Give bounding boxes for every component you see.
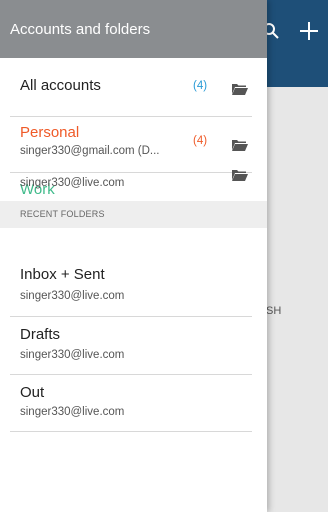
- folder-row-out[interactable]: Out singer330@live.com: [0, 375, 267, 431]
- folder-account-email: singer330@live.com: [20, 406, 125, 418]
- recent-folders-header: RECENT FOLDERS: [0, 201, 267, 228]
- add-icon[interactable]: [295, 14, 323, 48]
- folder-name: Inbox + Sent: [20, 266, 105, 283]
- section-label: RECENT FOLDERS: [20, 209, 105, 219]
- folder-row-drafts[interactable]: Drafts singer330@live.com: [0, 317, 267, 374]
- account-row-all[interactable]: All accounts (4): [0, 58, 267, 116]
- drawer-title: Accounts and folders: [10, 21, 151, 38]
- folder-name: Out: [20, 384, 45, 401]
- folder-name: Drafts: [20, 326, 61, 343]
- folder-icon[interactable]: [232, 138, 248, 151]
- accounts-drawer: Accounts and folders All accounts (4) Pe…: [0, 0, 267, 512]
- account-row-personal[interactable]: Personal singer330@gmail.com (D... (4): [0, 117, 267, 172]
- account-email: singer330@live.com: [20, 177, 125, 189]
- unread-count: (4): [193, 80, 208, 92]
- folder-row-inbox-sent[interactable]: Inbox + Sent singer330@live.com: [0, 258, 267, 316]
- account-name: Personal: [20, 124, 80, 141]
- account-name: All accounts: [20, 77, 101, 94]
- folder-account-email: singer330@live.com: [20, 349, 125, 361]
- unread-count: (4): [193, 135, 208, 147]
- background-partial-text: SH: [266, 305, 282, 317]
- drawer-header: Accounts and folders: [0, 0, 267, 58]
- folder-account-email: singer330@live.com: [20, 290, 125, 302]
- folder-icon[interactable]: [232, 82, 248, 95]
- folder-icon[interactable]: [232, 168, 248, 181]
- account-email: singer330@gmail.com (D...: [20, 145, 160, 157]
- divider: [10, 431, 252, 432]
